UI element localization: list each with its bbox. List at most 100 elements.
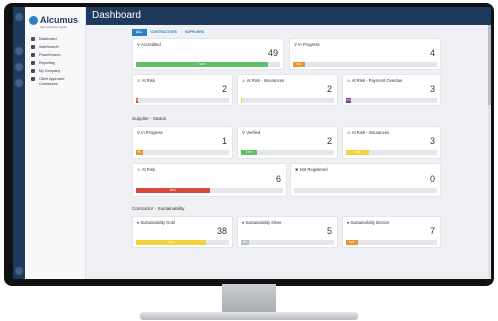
card-at-risk[interactable]: ⚠ At Risk 2 2%: [132, 74, 233, 106]
card-count: 3: [429, 136, 435, 146]
progress-fill: [241, 98, 242, 103]
filter-tabs: ALL CONTRACTORS SUPPLIERS: [132, 29, 208, 36]
icon-rail: [13, 7, 25, 279]
card-supplier-at-risk[interactable]: ⚠ At Risk 6 50%: [132, 163, 287, 197]
scrollbar[interactable]: [488, 25, 491, 279]
progress-track: 2%: [134, 98, 229, 103]
progress-track: [294, 188, 437, 193]
globe-icon[interactable]: [15, 63, 23, 71]
card-title: ♦ Sustainability Silver: [242, 220, 282, 225]
progress-label: 9%: [243, 240, 248, 244]
main-content: ALL CONTRACTORS SUPPLIERS ⚲ Accredited 4…: [86, 25, 491, 279]
card-count: 3: [429, 84, 435, 94]
card-count: 1: [221, 136, 227, 146]
progress-track: 6%: [346, 98, 437, 103]
sidebar-item-label: Reporting: [39, 61, 55, 65]
sidebar-item-my-company[interactable]: My Company: [31, 69, 60, 74]
top-header: Dashboard: [86, 7, 491, 25]
card-title: ⚠ At Risk - Insurances: [347, 130, 390, 135]
card-sustainability-gold[interactable]: ♦ Sustainability Gold 38 75%: [132, 216, 233, 248]
card-count: 2: [326, 136, 332, 146]
card-title: ♦ Sustainability Bronze: [347, 220, 390, 225]
sidebar-item-powersearch[interactable]: PowerSearch: [31, 53, 61, 58]
app-logo-icon[interactable]: [15, 13, 23, 21]
progress-fill: 9%: [241, 240, 250, 245]
avatar[interactable]: [15, 267, 23, 275]
screen: Alcumus Safe Contractor Supplier Dashboa…: [13, 7, 491, 279]
section-supplier-status: Supplier - Status: [132, 116, 166, 121]
apps-icon[interactable]: [15, 47, 23, 55]
section-contractor-sustainability: Contractor - Sustainability: [132, 206, 185, 211]
sidebar-item-label: SafeSearch*: [39, 45, 60, 49]
card-count: 38: [216, 226, 227, 236]
progress-fill: 25%: [346, 150, 369, 155]
card-title: ✖ Not Registered: [295, 167, 328, 172]
card-title: ⚲ Accredited: [137, 42, 161, 47]
sidebar: Alcumus Safe Contractor Supplier Dashboa…: [25, 7, 86, 279]
tab-suppliers[interactable]: SUPPLIERS: [181, 29, 208, 36]
monitor-stand-base: [140, 312, 358, 320]
card-count: 4: [429, 48, 435, 58]
progress-label: 50%: [169, 188, 176, 192]
card-sustainability-bronze[interactable]: ♦ Sustainability Bronze 7 13%: [342, 216, 441, 248]
card-supplier-at-risk-insurances[interactable]: ⚠ At Risk - Insurances 3 25%: [342, 126, 441, 159]
card-in-progress[interactable]: ⚲ In Progress 4 8%: [289, 38, 441, 70]
progress-track: 7%: [136, 150, 229, 155]
sidebar-item-dashboard[interactable]: Dashboard: [31, 37, 57, 42]
card-count: 49: [267, 48, 278, 58]
home-icon: [31, 37, 35, 41]
sidebar-item-reporting[interactable]: Reporting: [31, 61, 55, 66]
user-switch-icon[interactable]: [15, 79, 23, 87]
progress-track: 13%: [346, 240, 437, 245]
progress-fill: 2%: [134, 98, 140, 103]
brand-tagline: Safe Contractor Supplier: [40, 26, 68, 29]
card-at-risk-payment-overdue[interactable]: ⚠ At Risk - Payment Overdue 3 6%: [342, 74, 441, 106]
card-title: ⚲ In Progress: [294, 42, 320, 47]
card-title: ⚠ At Risk - Insurances: [242, 78, 285, 83]
search-icon: [31, 45, 35, 49]
card-sustainability-silver[interactable]: ♦ Sustainability Silver 5 9%: [237, 216, 338, 248]
progress-track: 9%: [241, 240, 334, 245]
progress-label: 7%: [137, 150, 142, 154]
progress-label: 13%: [348, 240, 355, 244]
card-supplier-in-progress[interactable]: ⚲ In Progress 1 7%: [132, 126, 233, 159]
sidebar-item-label: PowerSearch: [39, 53, 61, 57]
card-title: ⚠ At Risk: [137, 78, 155, 83]
card-count: 5: [326, 226, 332, 236]
progress-fill: 75%: [136, 240, 206, 245]
card-title: ♦ Sustainability Gold: [137, 220, 175, 225]
progress-label: 6%: [346, 98, 351, 102]
sidebar-item-label: My Company: [39, 69, 61, 73]
progress-track: 25%: [346, 150, 437, 155]
progress-fill: 92%: [136, 62, 269, 67]
card-title: ⚠ At Risk - Payment Overdue: [347, 78, 403, 83]
card-supplier-verified[interactable]: ⚲ Verified 2 17%: [237, 126, 338, 159]
card-title: ⚲ Verified: [242, 130, 261, 135]
sidebar-item-safesearch[interactable]: SafeSearch*: [31, 45, 59, 50]
progress-label: 2%: [134, 98, 140, 102]
card-count: 7: [429, 226, 435, 236]
progress-fill: 13%: [346, 240, 358, 245]
card-supplier-not-registered[interactable]: ✖ Not Registered 0: [290, 163, 441, 197]
progress-track: 17%: [241, 150, 334, 155]
page-title: Dashboard: [92, 10, 141, 21]
brand-mark-icon: [29, 15, 38, 25]
sidebar-item-label: Dashboard: [39, 37, 57, 41]
card-at-risk-insurances[interactable]: ⚠ At Risk - Insurances 2: [237, 74, 338, 106]
scrollbar-thumb[interactable]: [488, 25, 491, 105]
card-title: ⚠ At Risk: [137, 167, 155, 172]
progress-fill: 7%: [136, 150, 143, 155]
card-accredited[interactable]: ⚲ Accredited 49 92%: [132, 38, 284, 70]
progress-fill: 8%: [293, 62, 305, 67]
progress-fill: 50%: [136, 188, 210, 193]
sidebar-item-client-approved[interactable]: Client Approved Contractors: [31, 77, 83, 86]
tab-all[interactable]: ALL: [132, 29, 147, 36]
brand-name: Alcumus: [40, 15, 79, 25]
tab-contractors[interactable]: CONTRACTORS: [147, 29, 181, 36]
search-icon: [31, 53, 35, 57]
progress-fill: 17%: [241, 150, 257, 155]
progress-label: 8%: [296, 62, 301, 66]
progress-label: 92%: [199, 62, 206, 66]
check-icon: [31, 77, 35, 81]
monitor-frame: Alcumus Safe Contractor Supplier Dashboa…: [4, 3, 494, 286]
